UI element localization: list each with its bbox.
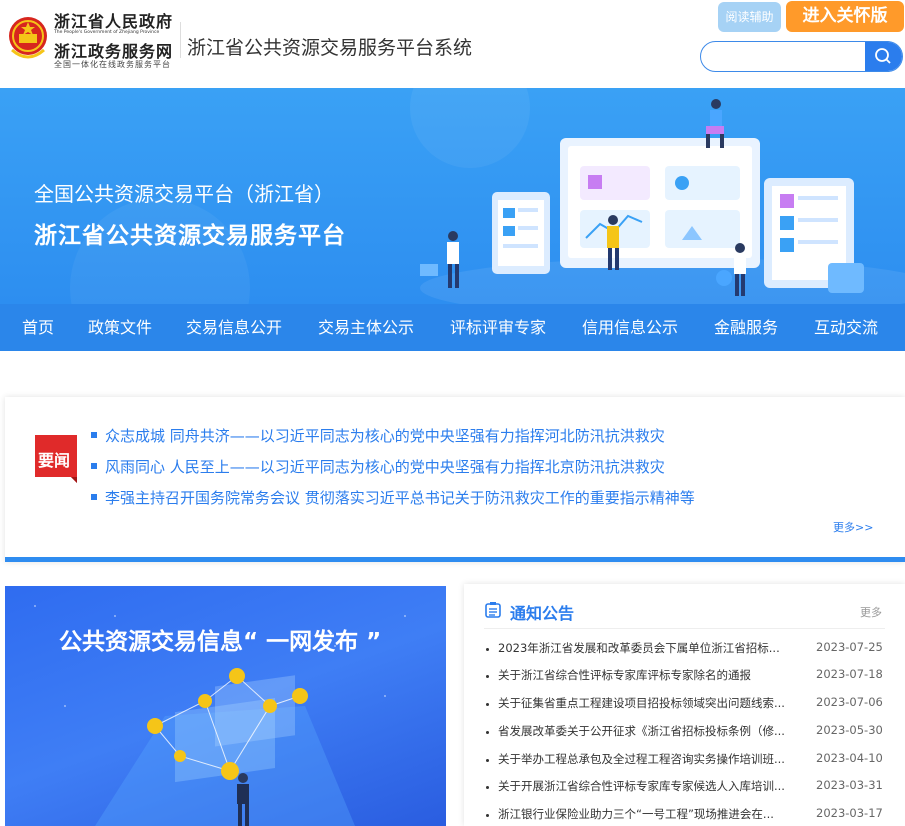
bullet-icon [486,759,489,762]
feature-title: 公共资源交易信息“ 一网发布 ” [59,629,382,655]
notice-item[interactable]: 关于开展浙江省综合性评标专家库专家候选人入库培训... 2023-03-31 [486,778,886,798]
banner-title: 浙江省公共资源交易服务平台 [34,223,346,249]
bullet-icon [486,814,489,817]
notice-item-date: 2023-03-17 [816,806,883,820]
notice-item-date: 2023-03-31 [816,778,883,792]
search-box [700,41,903,72]
feature-banner[interactable]: 公共资源交易信息“ 一网发布 ” [5,586,446,826]
bullet-icon [91,493,97,500]
notice-item[interactable]: 关于浙江省综合性评标专家库评标专家除名的通报 2023-07-18 [486,667,886,687]
nav-experts[interactable]: 评标评审专家 [450,304,546,351]
notice-item-text: 关于浙江省综合性评标专家库评标专家除名的通报 [498,668,751,682]
notice-item-date: 2023-07-18 [816,667,883,681]
news-item-text: 风雨同心 人民至上——以习近平同志为核心的党中央坚强有力指挥北京防汛抗洪救灾 [105,458,665,476]
notice-item-text: 浙江银行业保险业助力三个“一号工程”现场推进会在... [498,807,774,821]
notice-title: 通知公告 [510,604,575,623]
notice-divider [484,628,885,629]
care-mode-button[interactable]: 进入关怀版 [786,1,904,32]
news-item[interactable]: 李强主持召开国务院常务会议 贯彻落实习近平总书记关于防汛救灾工作的重要指示精神等 [91,487,695,508]
notice-item-text: 关于举办工程总承包及全过程工程咨询实务操作培训班... [498,752,785,766]
search-icon [875,48,891,64]
site-header: 浙江省人民政府 The People's Government of Zheji… [0,0,905,88]
news-more-link[interactable]: 更多>> [833,519,873,535]
notice-more-link[interactable]: 更多 [860,604,882,620]
notice-item[interactable]: 浙江银行业保险业助力三个“一号工程”现场推进会在... 2023-03-17 [486,806,886,826]
notice-item[interactable]: 2023年浙江省发展和改革委员会下属单位浙江省招标... 2023-07-25 [486,640,886,660]
key-news-panel: 要闻 众志成城 同舟共济——以习近平同志为核心的党中央坚强有力指挥河北防汛抗洪救… [5,397,905,562]
national-emblem-icon [9,17,47,59]
reading-aid-button[interactable]: 阅读辅助 [718,2,781,32]
bullet-icon [486,675,489,678]
search-button[interactable] [865,42,902,71]
nav-trade-info[interactable]: 交易信息公开 [186,304,282,351]
gov-name-en: The People's Government of Zhejiang Prov… [54,30,160,35]
notice-item[interactable]: 关于举办工程总承包及全过程工程咨询实务操作培训班... 2023-04-10 [486,751,886,771]
main-nav: 首页 政策文件 交易信息公开 交易主体公示 评标评审专家 信用信息公示 金融服务… [0,304,905,351]
bullet-icon [486,703,489,706]
news-item-text: 李强主持召开国务院常务会议 贯彻落实习近平总书记关于防汛救灾工作的重要指示精神等 [105,489,695,507]
news-item[interactable]: 众志成城 同舟共济——以习近平同志为核心的党中央坚强有力指挥河北防汛抗洪救灾 [91,425,665,446]
notice-item-text: 省发展改革委关于公开征求《浙江省招标投标条例（修... [498,724,785,738]
notice-item-date: 2023-07-06 [816,695,883,709]
platform-illustration [420,99,864,296]
platform-title: 浙江省公共资源交易服务平台系统 [187,37,473,59]
banner-subtitle: 全国公共资源交易平台（浙江省） [34,182,334,206]
announcement-icon [485,602,501,618]
nav-credit-info[interactable]: 信用信息公示 [582,304,678,351]
bullet-icon [91,431,97,438]
nav-finance[interactable]: 金融服务 [714,304,778,351]
search-input[interactable] [701,42,865,71]
notice-item-text: 关于征集省重点工程建设项目招投标领域突出问题线索... [498,696,785,710]
gov-name: 浙江省人民政府 [54,12,174,31]
nav-trade-subjects[interactable]: 交易主体公示 [318,304,414,351]
notice-item[interactable]: 省发展改革委关于公开征求《浙江省招标投标条例（修... 2023-05-30 [486,723,886,743]
notice-item-text: 2023年浙江省发展和改革委员会下属单位浙江省招标... [498,641,780,655]
notice-item-text: 关于开展浙江省综合性评标专家库专家候选人入库培训... [498,779,785,793]
bullet-icon [486,786,489,789]
news-item-text: 众志成城 同舟共济——以习近平同志为核心的党中央坚强有力指挥河北防汛抗洪救灾 [105,427,665,445]
nav-interaction[interactable]: 互动交流 [814,304,878,351]
notice-item-date: 2023-05-30 [816,723,883,737]
bullet-icon [486,648,489,651]
nav-policy[interactable]: 政策文件 [88,304,152,351]
notice-item[interactable]: 关于征集省重点工程建设项目招投标领域突出问题线索... 2023-07-06 [486,695,886,715]
bullet-icon [91,462,97,469]
hero-banner: 全国公共资源交易平台（浙江省） 浙江省公共资源交易服务平台 [0,88,905,304]
header-divider [180,22,181,58]
news-item[interactable]: 风雨同心 人民至上——以习近平同志为核心的党中央坚强有力指挥北京防汛抗洪救灾 [91,456,665,477]
key-news-badge: 要闻 [35,435,77,483]
notice-item-date: 2023-07-25 [816,640,883,654]
notice-panel: 通知公告 更多 2023年浙江省发展和改革委员会下属单位浙江省招标... 2023… [464,584,905,826]
bullet-icon [486,731,489,734]
nav-home[interactable]: 首页 [22,304,54,351]
notice-item-date: 2023-04-10 [816,751,883,765]
key-news-badge-label: 要闻 [38,451,71,470]
service-slogan: 全国一体化在线政务服务平台 [54,60,171,69]
